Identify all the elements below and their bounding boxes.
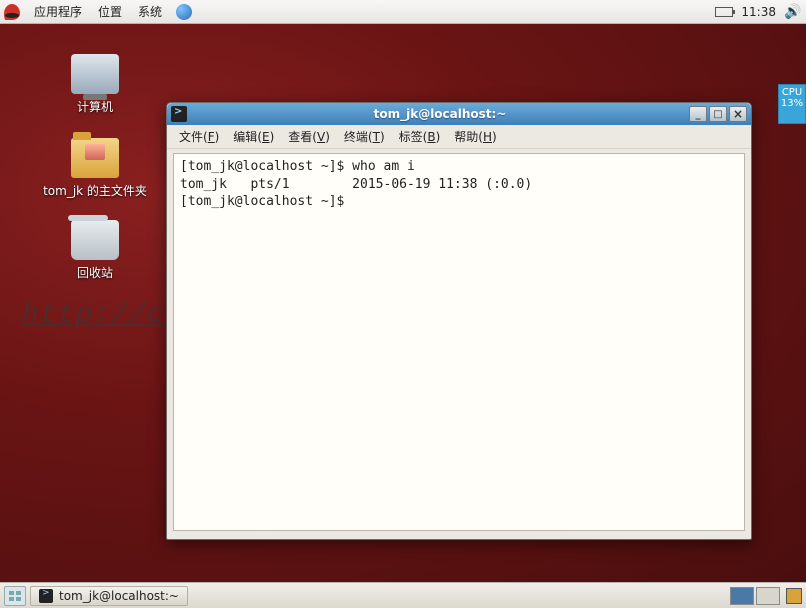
terminal-menubar: 文件(F) 编辑(E) 查看(V) 终端(T) 标签(B) 帮助(H)	[167, 125, 751, 149]
show-desktop-button[interactable]	[4, 586, 26, 606]
top-panel: 应用程序 位置 系统 11:38 🔊	[0, 0, 806, 24]
desktop-icon-label: 计算机	[40, 98, 150, 115]
trash-icon	[71, 220, 119, 260]
terminal-line: [tom_jk@localhost ~]$ who am i	[180, 159, 415, 174]
workspace-pager	[730, 587, 780, 605]
bottom-panel: tom_jk@localhost:~	[0, 582, 806, 608]
terminal-window: tom_jk@localhost:~ _ □ × 文件(F) 编辑(E) 查看(…	[166, 102, 752, 540]
clock[interactable]: 11:38	[741, 5, 776, 19]
volume-icon[interactable]: 🔊	[784, 4, 798, 20]
menu-places[interactable]: 位置	[90, 0, 130, 24]
trash-applet-icon[interactable]	[786, 588, 802, 604]
desktop-icon-label: 回收站	[40, 264, 150, 281]
menu-terminal[interactable]: 终端(T)	[338, 126, 391, 147]
close-button[interactable]: ×	[729, 106, 747, 122]
terminal-icon	[171, 106, 187, 122]
menu-tabs[interactable]: 标签(B)	[393, 126, 447, 147]
terminal-line: tom_jk pts/1 2015-06-19 11:38 (:0.0)	[180, 177, 532, 192]
menu-file[interactable]: 文件(F)	[173, 126, 225, 147]
cpu-monitor-widget[interactable]: CPU 13%	[778, 84, 806, 124]
window-titlebar[interactable]: tom_jk@localhost:~ _ □ ×	[167, 103, 751, 125]
desktop-icon-label: tom_jk 的主文件夹	[40, 182, 150, 199]
battery-icon[interactable]	[715, 7, 733, 17]
show-desktop-icon	[8, 590, 22, 602]
taskbar-item-label: tom_jk@localhost:~	[59, 589, 179, 603]
desktop[interactable]: 计算机 tom_jk 的主文件夹 回收站 http://chinak.blog.…	[0, 24, 806, 582]
terminal-output[interactable]: [tom_jk@localhost ~]$ who am i tom_jk pt…	[173, 153, 745, 531]
terminal-line: [tom_jk@localhost ~]$	[180, 194, 352, 209]
workspace-1[interactable]	[730, 587, 754, 605]
workspace-2[interactable]	[756, 587, 780, 605]
desktop-icon-home[interactable]: tom_jk 的主文件夹	[40, 138, 150, 199]
minimize-button[interactable]: _	[689, 106, 707, 122]
window-title: tom_jk@localhost:~	[193, 107, 687, 121]
system-tray: 11:38 🔊	[715, 4, 806, 20]
menu-applications[interactable]: 应用程序	[26, 0, 90, 24]
taskbar-item-terminal[interactable]: tom_jk@localhost:~	[30, 586, 188, 606]
menu-view[interactable]: 查看(V)	[282, 126, 336, 147]
cpu-value: 13%	[779, 98, 805, 109]
desktop-icon-computer[interactable]: 计算机	[40, 54, 150, 115]
menu-system[interactable]: 系统	[130, 0, 170, 24]
browser-launcher-icon[interactable]	[176, 4, 192, 20]
home-folder-icon	[71, 138, 119, 178]
cpu-label: CPU	[779, 87, 805, 98]
terminal-icon	[39, 589, 53, 603]
distro-logo-icon[interactable]	[4, 4, 20, 20]
menu-edit[interactable]: 编辑(E)	[227, 126, 280, 147]
desktop-icon-trash[interactable]: 回收站	[40, 220, 150, 281]
menu-help[interactable]: 帮助(H)	[448, 126, 502, 147]
maximize-button[interactable]: □	[709, 106, 727, 122]
computer-icon	[71, 54, 119, 94]
